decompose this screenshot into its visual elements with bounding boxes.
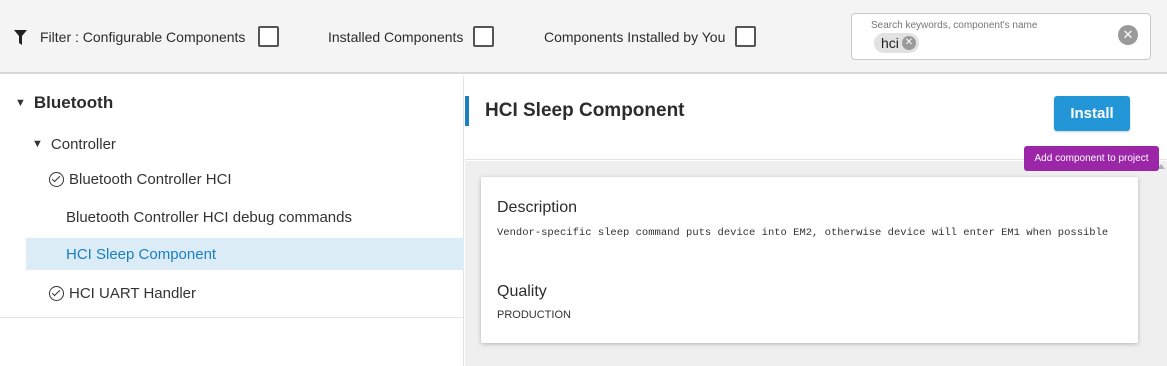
tree-node-label: Controller	[50, 135, 116, 153]
search-chip: hci ✕	[874, 33, 919, 53]
installed-check-icon	[49, 171, 64, 187]
installed-check-icon	[49, 285, 64, 301]
tree-item-hci-sleep-component[interactable]: HCI Sleep Component	[26, 238, 464, 270]
details-card: Description Vendor-specific sleep comman…	[481, 177, 1138, 343]
installed-components-label[interactable]: Installed Components	[328, 29, 463, 45]
expand-triangle-icon[interactable]: ▼	[15, 97, 26, 109]
component-title: HCI Sleep Component	[485, 100, 685, 121]
divider	[0, 317, 464, 318]
installed-by-you-checkbox[interactable]	[735, 26, 756, 47]
search-placeholder: Search keywords, component's name	[871, 20, 1038, 31]
chip-remove-icon[interactable]: ✕	[901, 36, 916, 50]
install-button[interactable]: Install	[1054, 96, 1130, 131]
description-heading: Description	[497, 199, 578, 216]
component-tree: ▼ Bluetooth ▼ Controller Bluetooth Contr…	[0, 76, 464, 366]
clear-search-icon[interactable]: ✕	[1118, 25, 1138, 45]
filter-bar: Filter : Configurable Components Install…	[0, 0, 1167, 74]
expand-triangle-icon[interactable]: ▼	[32, 138, 43, 150]
installed-components-checkbox[interactable]	[473, 26, 494, 47]
component-details-panel: Description Vendor-specific sleep comman…	[465, 161, 1167, 366]
description-text: Vendor-specific sleep command puts devic…	[497, 227, 1109, 239]
quality-heading: Quality	[497, 283, 547, 300]
configurable-components-checkbox[interactable]	[258, 26, 279, 47]
tree-item-label: HCI Sleep Component	[66, 245, 217, 263]
installed-by-you-label[interactable]: Components Installed by You	[544, 29, 725, 45]
tree-item-label: Bluetooth Controller HCI	[69, 170, 232, 188]
tree-node-controller[interactable]: ▼ Controller	[0, 132, 464, 156]
scrollbar[interactable]	[1154, 161, 1167, 366]
tree-item-bluetooth-controller-hci[interactable]: Bluetooth Controller HCI	[0, 167, 464, 191]
filter-icon	[14, 30, 27, 45]
filter-label: Filter : Configurable Components	[40, 29, 246, 45]
accent-bar	[465, 96, 469, 126]
search-chip-label: hci	[881, 35, 899, 51]
tree-item-label: HCI UART Handler	[69, 284, 196, 302]
search-input[interactable]: Search keywords, component's name hci ✕ …	[851, 13, 1151, 60]
quality-value: PRODUCTION	[497, 309, 571, 321]
tree-node-bluetooth[interactable]: ▼ Bluetooth	[0, 90, 464, 116]
tree-item-label: Bluetooth Controller HCI debug commands	[66, 208, 352, 226]
tree-item-hci-debug-commands[interactable]: Bluetooth Controller HCI debug commands	[0, 205, 464, 229]
tree-item-hci-uart-handler[interactable]: HCI UART Handler	[0, 281, 464, 305]
install-tooltip: Add component to project	[1024, 146, 1159, 171]
tree-node-label: Bluetooth	[33, 93, 114, 112]
